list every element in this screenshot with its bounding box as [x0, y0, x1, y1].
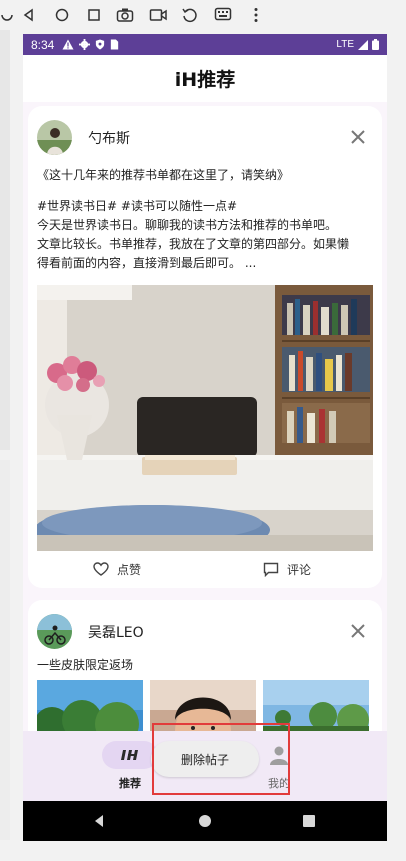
back-icon[interactable] [87, 809, 111, 833]
back-icon[interactable] [18, 4, 40, 26]
nav-label-mine: 我的 [268, 777, 290, 790]
post-author[interactable]: 勺布斯 [88, 128, 130, 148]
device-screen: 8:34 LTE iH推荐 勺布斯 《这十几年来的推荐书单都在这里了，请笑纳》 … [23, 34, 387, 841]
like-button[interactable]: 点赞 [93, 558, 141, 580]
system-navigation-bar [23, 801, 387, 841]
keyboard-icon[interactable] [212, 4, 234, 26]
like-label: 点赞 [117, 562, 142, 577]
home-icon[interactable] [193, 809, 217, 833]
settings-icon [79, 39, 91, 50]
page-title: iH推荐 [174, 69, 236, 91]
more-icon[interactable] [245, 4, 267, 26]
camera-icon[interactable] [114, 4, 136, 26]
nav-label-recommend: 推荐 [119, 777, 141, 790]
nav-active-indicator [102, 741, 158, 769]
rotate-icon[interactable] [179, 4, 201, 26]
status-bar: 8:34 LTE [23, 34, 387, 55]
close-icon[interactable] [343, 616, 373, 646]
overview-icon[interactable] [297, 809, 321, 833]
post-author[interactable]: 吴磊LEO [88, 622, 144, 642]
post-thumbnail[interactable] [263, 680, 369, 731]
emulator-side-strip [0, 460, 10, 840]
close-icon[interactable] [343, 122, 373, 152]
status-time: 8:34 [31, 37, 55, 52]
video-icon[interactable] [147, 4, 169, 26]
signal-icon [358, 39, 368, 50]
home-icon[interactable] [51, 4, 73, 26]
ih-logo-icon [121, 750, 138, 760]
post-body-line: 文章比较长。书单推荐，我放在了文章的第四部分。如果懒 [37, 237, 350, 251]
network-type: LTE [336, 39, 354, 50]
post-thumbnail[interactable] [37, 680, 143, 731]
post-thumbnail[interactable] [150, 680, 256, 731]
post-card[interactable]: 吴磊LEO 一些皮肤限定返场 [28, 600, 382, 731]
feed-list[interactable]: 勺布斯 《这十几年来的推荐书单都在这里了，请笑纳》 #世界读书日# #读书可以随… [23, 102, 387, 731]
avatar[interactable] [37, 614, 72, 649]
profile-icon [270, 746, 288, 765]
delete-post-toast[interactable]: 删除帖子 [151, 741, 259, 777]
comment-label: 评论 [287, 562, 312, 577]
emulator-toolbar [0, 0, 406, 30]
comment-button[interactable]: 评论 [263, 558, 311, 580]
post-image[interactable] [37, 285, 373, 551]
sim-icon [111, 39, 119, 50]
post-image-grid [37, 680, 373, 731]
post-title[interactable]: 《这十几年来的推荐书单都在这里了，请笑纳》 [37, 166, 289, 183]
heart-icon [93, 562, 109, 576]
post-body-line: 得看前面的内容，直接滑到最后即可。 ... [37, 256, 257, 270]
shield-icon [96, 39, 105, 50]
post-header: 吴磊LEO [37, 614, 373, 650]
overview-icon[interactable] [83, 4, 105, 26]
emulator-side-strip [0, 30, 10, 450]
warning-icon [62, 39, 74, 50]
post-header: 勺布斯 [37, 120, 373, 156]
post-card[interactable]: 勺布斯 《这十几年来的推荐书单都在这里了，请笑纳》 #世界读书日# #读书可以随… [28, 106, 382, 588]
post-text[interactable]: 一些皮肤限定返场 [37, 656, 133, 673]
post-body-line: #世界读书日# #读书可以随性一点# [37, 199, 238, 213]
avatar[interactable] [37, 120, 72, 155]
post-body-line: 今天是世界读书日。聊聊我的读书方法和推荐的书单吧。 [37, 218, 338, 232]
battery-icon [372, 39, 379, 50]
power-icon[interactable] [0, 4, 18, 26]
nav-icon-holder [251, 741, 307, 769]
comment-icon [263, 562, 279, 577]
post-body[interactable]: #世界读书日# #读书可以随性一点# 今天是世界读书日。聊聊我的读书方法和推荐的… [37, 197, 373, 273]
